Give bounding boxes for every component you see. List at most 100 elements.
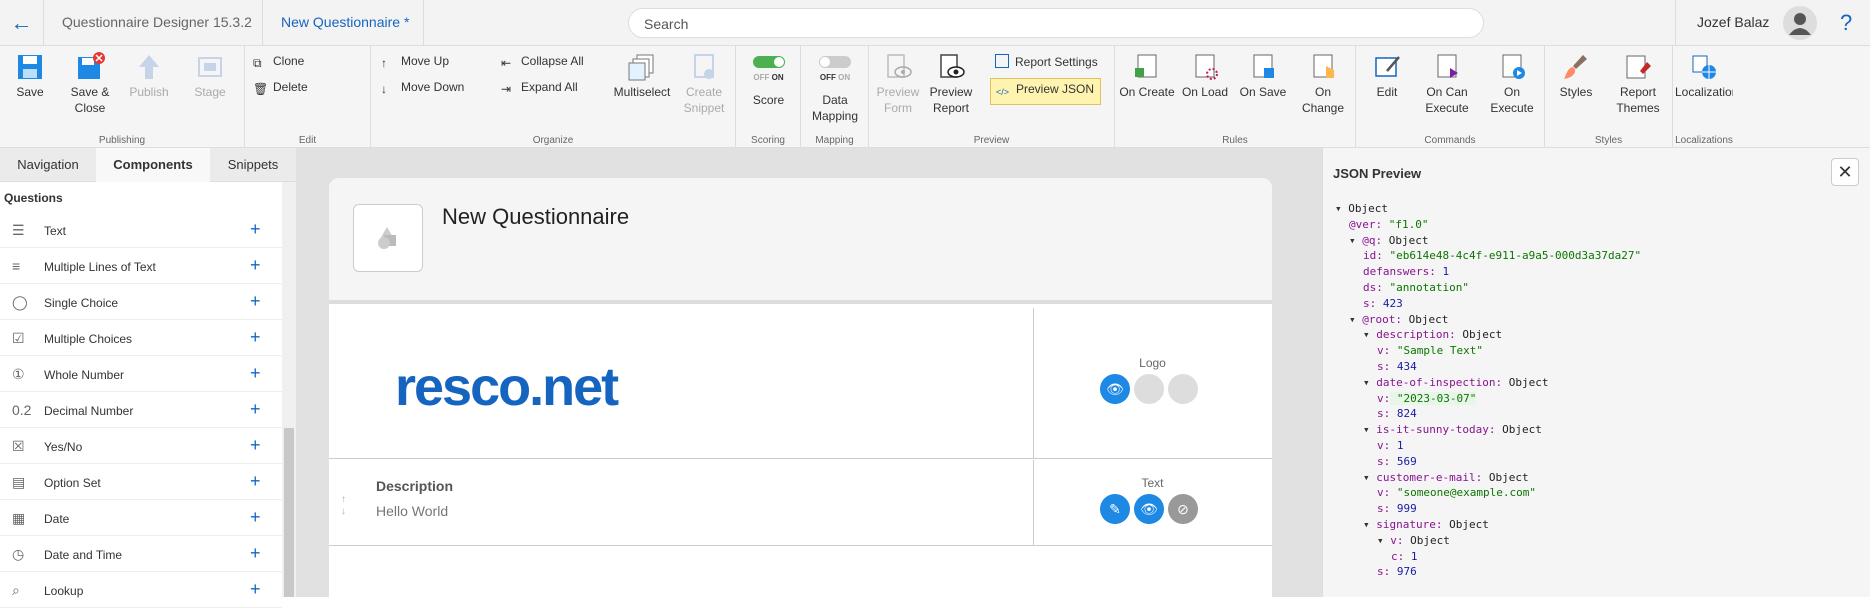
number-1-icon: ① [12, 366, 25, 382]
expand-toggle[interactable]: ▾ [1363, 376, 1376, 389]
json-line[interactable]: ▾ @root: Object [1335, 312, 1641, 328]
expand-toggle[interactable]: ▾ [1349, 313, 1362, 326]
preview-report-button[interactable]: Preview Report [927, 52, 975, 116]
mapping-switch[interactable] [819, 56, 851, 68]
command-edit-button[interactable]: Edit [1364, 52, 1410, 100]
questionnaire-icon[interactable] [353, 204, 423, 272]
styles-button[interactable]: Styles [1551, 52, 1601, 100]
add-icon[interactable]: + [250, 219, 261, 240]
expand-toggle[interactable]: ▾ [1363, 518, 1376, 531]
json-line[interactable]: ▾ signature: Object [1335, 517, 1641, 533]
json-tree: ▾ Object @ver: "f1.0" ▾ @q: Object id: "eb6… [1335, 201, 1641, 580]
tab-snippets[interactable]: Snippets [210, 148, 296, 182]
questionnaire-title[interactable]: New Questionnaire [442, 204, 629, 230]
save-button[interactable]: Save [8, 52, 52, 100]
avatar[interactable] [1783, 6, 1817, 40]
add-icon[interactable]: + [250, 291, 261, 312]
add-icon[interactable]: + [250, 471, 261, 492]
preview-form-button[interactable]: Preview Form [873, 52, 923, 116]
option-circle-icon[interactable] [1134, 374, 1164, 404]
expand-toggle[interactable]: ▾ [1377, 534, 1390, 547]
preview-json-button[interactable]: </> Preview JSON [990, 78, 1102, 105]
option-circle-icon-2[interactable] [1168, 374, 1198, 404]
save-close-button[interactable]: Save & Close [62, 52, 118, 116]
expand-all-button[interactable]: ⇥ Expand All [501, 80, 578, 96]
score-switch[interactable] [752, 56, 785, 68]
add-icon[interactable]: + [250, 435, 261, 456]
question-type-text[interactable]: ☰ Text + [0, 212, 282, 248]
multiselect-button[interactable]: Multiselect [611, 52, 673, 100]
on-create-button[interactable]: On Create [1119, 52, 1175, 100]
publish-button[interactable]: Publish [125, 52, 173, 100]
add-icon[interactable]: + [250, 399, 261, 420]
question-type-decimal-number[interactable]: 0.2 Decimal Number + [0, 392, 282, 428]
user-name[interactable]: Jozef Balaz [1697, 14, 1769, 30]
on-change-button[interactable]: On Change [1295, 52, 1351, 116]
tab-components[interactable]: Components [96, 148, 210, 182]
question-type-option-set[interactable]: ▤ Option Set + [0, 464, 282, 500]
on-can-execute-button[interactable]: On Can Execute [1416, 52, 1478, 116]
scrollbar-thumb[interactable] [284, 428, 294, 597]
search-input[interactable]: Search [628, 8, 1484, 38]
clone-button[interactable]: ⧉ Clone [253, 54, 304, 70]
json-key: id: [1363, 249, 1383, 263]
stage-button[interactable]: Stage [186, 52, 234, 100]
on-save-button[interactable]: On Save [1237, 52, 1289, 100]
question-type-single-choice[interactable]: ◯ Single Choice + [0, 284, 282, 320]
pencil-icon[interactable]: ✎ [1100, 494, 1130, 524]
edit-command-icon [1375, 56, 1400, 77]
add-icon[interactable]: + [250, 255, 261, 276]
add-icon[interactable]: + [250, 327, 261, 348]
expand-toggle[interactable]: ▾ [1349, 234, 1362, 247]
json-line[interactable]: ▾ v: Object [1335, 533, 1641, 549]
collapse-all-button[interactable]: ⇤ Collapse All [501, 54, 584, 70]
description-row[interactable]: ↑ ↓ Description Hello World Text ✎ 👁 ⊘ [329, 460, 1272, 546]
add-icon[interactable]: + [250, 543, 261, 564]
expand-toggle[interactable]: ▾ [1335, 202, 1348, 215]
on-load-button[interactable]: On Load [1179, 52, 1231, 100]
close-icon[interactable]: ✕ [1831, 158, 1859, 186]
json-line[interactable]: ▾ @q: Object [1335, 233, 1641, 249]
question-type-label: Lookup [44, 584, 84, 598]
question-type-multiple-lines-of-text[interactable]: ≡ Multiple Lines of Text + [0, 248, 282, 284]
help-icon[interactable]: ? [1840, 10, 1852, 36]
back-arrow-icon[interactable]: ← [0, 0, 44, 46]
score-toggle[interactable]: OFF ON Score [741, 52, 796, 108]
question-type-whole-number[interactable]: ① Whole Number + [0, 356, 282, 392]
question-type-lookup[interactable]: ⌕ Lookup + [0, 572, 282, 608]
question-type-date-and-time[interactable]: ◷ Date and Time + [0, 536, 282, 572]
json-line[interactable]: ▾ customer-e-mail: Object [1335, 470, 1641, 486]
report-settings-icon [995, 54, 1009, 68]
expand-toggle[interactable]: ▾ [1363, 328, 1376, 341]
delete-button[interactable]: 🗑 Delete [253, 80, 308, 96]
visibility-eye-icon[interactable]: 👁 [1100, 374, 1130, 404]
add-icon[interactable]: + [250, 507, 261, 528]
logo-row[interactable]: resco.net Logo 👁 [329, 308, 1272, 459]
document-tab-label[interactable]: New Questionnaire * [281, 14, 409, 30]
expand-toggle[interactable]: ▾ [1363, 471, 1376, 484]
data-mapping-toggle[interactable]: OFF ON Data Mapping [805, 52, 865, 124]
question-type-date[interactable]: ▦ Date + [0, 500, 282, 536]
json-line[interactable]: ▾ description: Object [1335, 327, 1641, 343]
score-label: Score [752, 93, 785, 107]
move-up-button[interactable]: ↑ Move Up [381, 54, 449, 70]
json-line[interactable]: ▾ Object [1335, 201, 1641, 217]
question-type-multiple-choices[interactable]: ☑ Multiple Choices + [0, 320, 282, 356]
tab-navigation[interactable]: Navigation [0, 148, 96, 182]
json-line[interactable]: ▾ date-of-inspection: Object [1335, 375, 1641, 391]
json-line[interactable]: ▾ is-it-sunny-today: Object [1335, 422, 1641, 438]
panel-scrollbar[interactable] [282, 182, 296, 597]
reorder-arrows-icon[interactable]: ↑ ↓ [341, 494, 346, 518]
visibility-eye-icon[interactable]: 👁 [1134, 494, 1164, 524]
json-value: Object [1455, 328, 1503, 342]
report-themes-button[interactable]: Report Themes [1609, 52, 1667, 116]
report-settings-button[interactable]: Report Settings [995, 54, 1098, 69]
question-type-yes-no[interactable]: ☒ Yes/No + [0, 428, 282, 464]
expand-toggle[interactable]: ▾ [1363, 423, 1376, 436]
add-icon[interactable]: + [250, 363, 261, 384]
localization-button[interactable]: Localization [1675, 52, 1733, 100]
move-down-button[interactable]: ↓ Move Down [381, 80, 464, 96]
create-snippet-button[interactable]: Create Snippet [678, 52, 730, 116]
on-execute-button[interactable]: On Execute [1484, 52, 1540, 116]
disabled-edit-icon[interactable]: ⊘ [1168, 494, 1198, 524]
